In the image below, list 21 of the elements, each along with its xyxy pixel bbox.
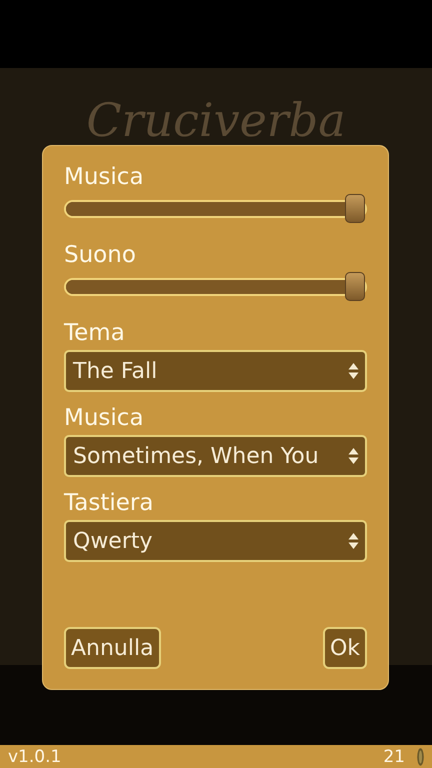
sort-arrows-icon (348, 362, 359, 380)
slider-thumb[interactable] (345, 194, 365, 223)
volume-slider[interactable] (64, 194, 367, 223)
sort-arrows-icon (348, 532, 359, 550)
coin-count: 21 (383, 746, 405, 766)
select-label: Musica (64, 404, 145, 433)
slider-label: Suono (64, 241, 137, 270)
volume-slider[interactable] (64, 272, 367, 301)
version-text: v1.0.1 (8, 746, 62, 766)
dropdown[interactable]: The Fall (64, 350, 367, 392)
coin-icon (417, 748, 424, 766)
dropdown[interactable]: Qwerty (64, 520, 367, 562)
select-label: Tastiera (64, 489, 154, 518)
select-label: Tema (64, 319, 126, 348)
slider-thumb[interactable] (345, 272, 365, 301)
sort-arrows-icon (348, 447, 359, 465)
slider-label: Musica (64, 163, 145, 192)
cancel-button[interactable]: Annulla (64, 627, 161, 669)
ok-button[interactable]: Ok (322, 627, 367, 669)
dropdown[interactable]: Sometimes, When You (64, 435, 367, 477)
app-title: Cruciverba (85, 94, 347, 146)
